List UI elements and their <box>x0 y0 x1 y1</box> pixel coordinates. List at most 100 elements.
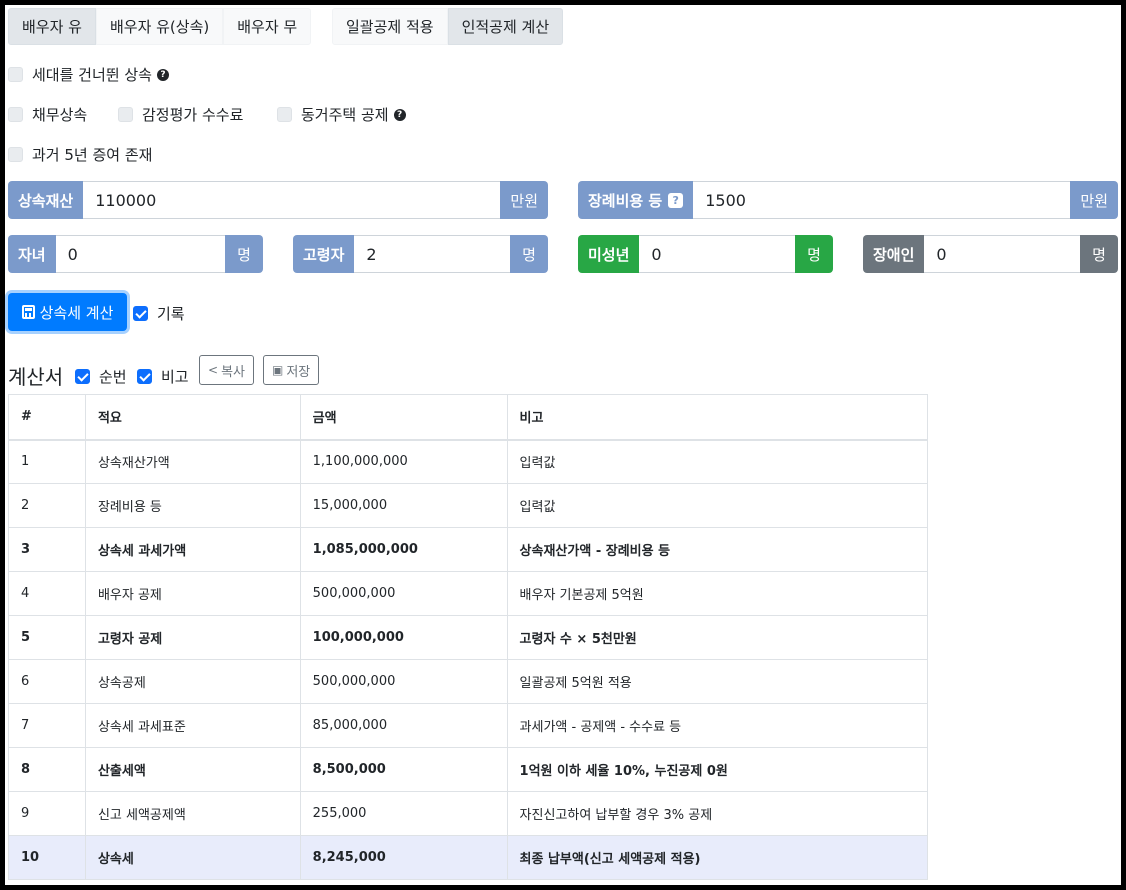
funeral-input[interactable]: 1500 <box>693 181 1071 219</box>
floppy-disk-icon: ▣ <box>272 363 284 377</box>
copy-label: 복사 <box>221 364 245 380</box>
generation-skip-checkbox[interactable] <box>8 67 23 82</box>
cell-amount: 15,000,000 <box>299 483 508 528</box>
cell-amount: 100,000,000 <box>299 615 508 660</box>
cell-no: 2 <box>8 483 86 528</box>
table-header-row: # 적요 금액 비고 <box>8 394 929 441</box>
copy-button[interactable]: < 복사 <box>199 355 254 385</box>
cohabiting-house-option[interactable]: 동거주택 공제 ? <box>277 104 406 125</box>
save-button[interactable]: ▣ 저장 <box>263 355 320 385</box>
table-row: 3 상속세 과세가액 1,085,000,000 상속재산가액 - 장례비용 등 <box>8 527 929 572</box>
debt-option[interactable]: 채무상속 <box>8 104 87 125</box>
seq-checkbox[interactable] <box>75 369 90 384</box>
cell-no: 6 <box>8 659 86 704</box>
funeral-label-addon: 장례비용 등 ? <box>578 181 694 219</box>
record-option[interactable]: 기록 <box>133 303 185 324</box>
cell-note: 자진신고하여 납부할 경우 3% 공제 <box>506 791 929 836</box>
table-row: 10 상속세 8,245,000 최종 납부액(신고 세액공제 적용) <box>8 835 929 880</box>
table-row: 7 상속세 과세표준 85,000,000 과세가액 - 공제액 - 수수료 등 <box>8 703 929 748</box>
children-input[interactable]: 0 <box>55 235 225 273</box>
table-row: 9 신고 세액공제액 255,000 자진신고하여 납부할 경우 3% 공제 <box>8 791 929 836</box>
spouse-yes-inherit-button[interactable]: 배우자 유(상속) <box>95 8 224 45</box>
disabled-input-group: 장애인 0 명 <box>863 235 1118 273</box>
help-icon[interactable]: ? <box>668 192 684 208</box>
cell-no: 7 <box>8 703 86 748</box>
statement-table: # 적요 금액 비고 1 상속재산가액 1,100,000,000 입력값 2 장례비용 … <box>8 394 929 880</box>
question-circle-icon[interactable]: ? <box>393 108 406 121</box>
prior-gift-checkbox[interactable] <box>8 147 23 162</box>
record-label: 기록 <box>157 305 185 323</box>
funeral-label: 장례비용 등 <box>588 191 663 210</box>
cell-note: 입력값 <box>506 439 929 484</box>
appraisal-fee-checkbox[interactable] <box>118 107 133 122</box>
note-checkbox[interactable] <box>137 369 152 384</box>
table-row: 5 고령자 공제 100,000,000 고령자 수 × 5천만원 <box>8 615 929 660</box>
question-circle-icon[interactable]: ? <box>156 68 169 81</box>
cell-note: 배우자 기본공제 5억원 <box>506 571 929 616</box>
minor-label: 미성년 <box>578 235 640 273</box>
lump-sum-deduction-button[interactable]: 일괄공제 적용 <box>332 8 448 45</box>
prior-gift-option[interactable]: 과거 5년 증여 존재 <box>8 144 152 165</box>
estate-unit: 만원 <box>500 181 548 219</box>
header-amount: 금액 <box>299 394 508 441</box>
appraisal-fee-option[interactable]: 감정평가 수수료 <box>118 104 243 125</box>
disabled-unit: 명 <box>1080 235 1118 273</box>
estate-label: 상속재산 <box>8 181 84 219</box>
cell-item: 신고 세액공제액 <box>84 791 301 836</box>
table-row: 8 산출세액 8,500,000 1억원 이하 세율 10%, 누진공제 0원 <box>8 747 929 792</box>
cohabiting-house-label: 동거주택 공제 <box>301 106 389 124</box>
appraisal-fee-label: 감정평가 수수료 <box>142 106 244 124</box>
cell-note: 고령자 수 × 5천만원 <box>506 615 929 660</box>
prior-gift-label: 과거 5년 증여 존재 <box>32 146 153 164</box>
elderly-label: 고령자 <box>293 235 355 273</box>
funeral-input-group: 장례비용 등 ? 1500 만원 <box>578 181 1118 219</box>
cell-amount: 1,100,000,000 <box>299 439 508 484</box>
spouse-yes-button[interactable]: 배우자 유 <box>8 8 96 45</box>
personal-deduction-button[interactable]: 인적공제 계산 <box>447 8 564 45</box>
elderly-unit: 명 <box>510 235 548 273</box>
disabled-input[interactable]: 0 <box>924 235 1080 273</box>
cell-item: 상속세 과세표준 <box>84 703 301 748</box>
cell-amount: 255,000 <box>299 791 508 836</box>
note-option[interactable]: 비고 <box>137 366 189 387</box>
cell-item: 배우자 공제 <box>84 571 301 616</box>
cell-item: 장례비용 등 <box>84 483 301 528</box>
cell-amount: 1,085,000,000 <box>299 527 508 572</box>
calculator-icon <box>21 305 35 319</box>
elderly-input[interactable]: 2 <box>354 235 510 273</box>
cell-amount: 500,000,000 <box>299 571 508 616</box>
seq-option[interactable]: 순번 <box>75 366 127 387</box>
calculate-tax-button[interactable]: 상속세 계산 <box>8 293 127 331</box>
header-item: 적요 <box>84 394 301 441</box>
cell-note: 입력값 <box>506 483 929 528</box>
children-input-group: 자녀 0 명 <box>8 235 263 273</box>
generation-skip-option[interactable]: 세대를 건너뛴 상속 ? <box>8 64 169 85</box>
cell-item: 산출세액 <box>84 747 301 792</box>
minor-input-group: 미성년 0 명 <box>578 235 833 273</box>
minor-unit: 명 <box>795 235 833 273</box>
cell-no: 10 <box>8 835 86 880</box>
estate-input[interactable]: 110000 <box>83 181 501 219</box>
cell-item: 고령자 공제 <box>84 615 301 660</box>
cell-item: 상속세 과세가액 <box>84 527 301 572</box>
record-checkbox[interactable] <box>133 306 148 321</box>
cell-amount: 8,245,000 <box>299 835 508 880</box>
debt-checkbox[interactable] <box>8 107 23 122</box>
cell-note: 상속재산가액 - 장례비용 등 <box>506 527 929 572</box>
disabled-label: 장애인 <box>863 235 925 273</box>
deduction-button-group: 일괄공제 적용 인적공제 계산 <box>332 8 564 45</box>
cell-amount: 500,000,000 <box>299 659 508 704</box>
cell-no: 8 <box>8 747 86 792</box>
cell-item: 상속세 <box>84 835 301 880</box>
minor-input[interactable]: 0 <box>639 235 795 273</box>
cell-note: 일괄공제 5억원 적용 <box>506 659 929 704</box>
table-row: 2 장례비용 등 15,000,000 입력값 <box>8 483 929 528</box>
header-note: 비고 <box>506 394 929 441</box>
debt-label: 채무상속 <box>32 106 88 124</box>
spouse-no-button[interactable]: 배우자 무 <box>223 8 312 45</box>
table-row: 6 상속공제 500,000,000 일괄공제 5억원 적용 <box>8 659 929 704</box>
share-icon: < <box>208 363 219 377</box>
cell-amount: 85,000,000 <box>299 703 508 748</box>
cell-item: 상속재산가액 <box>84 439 301 484</box>
cohabiting-house-checkbox[interactable] <box>277 107 292 122</box>
